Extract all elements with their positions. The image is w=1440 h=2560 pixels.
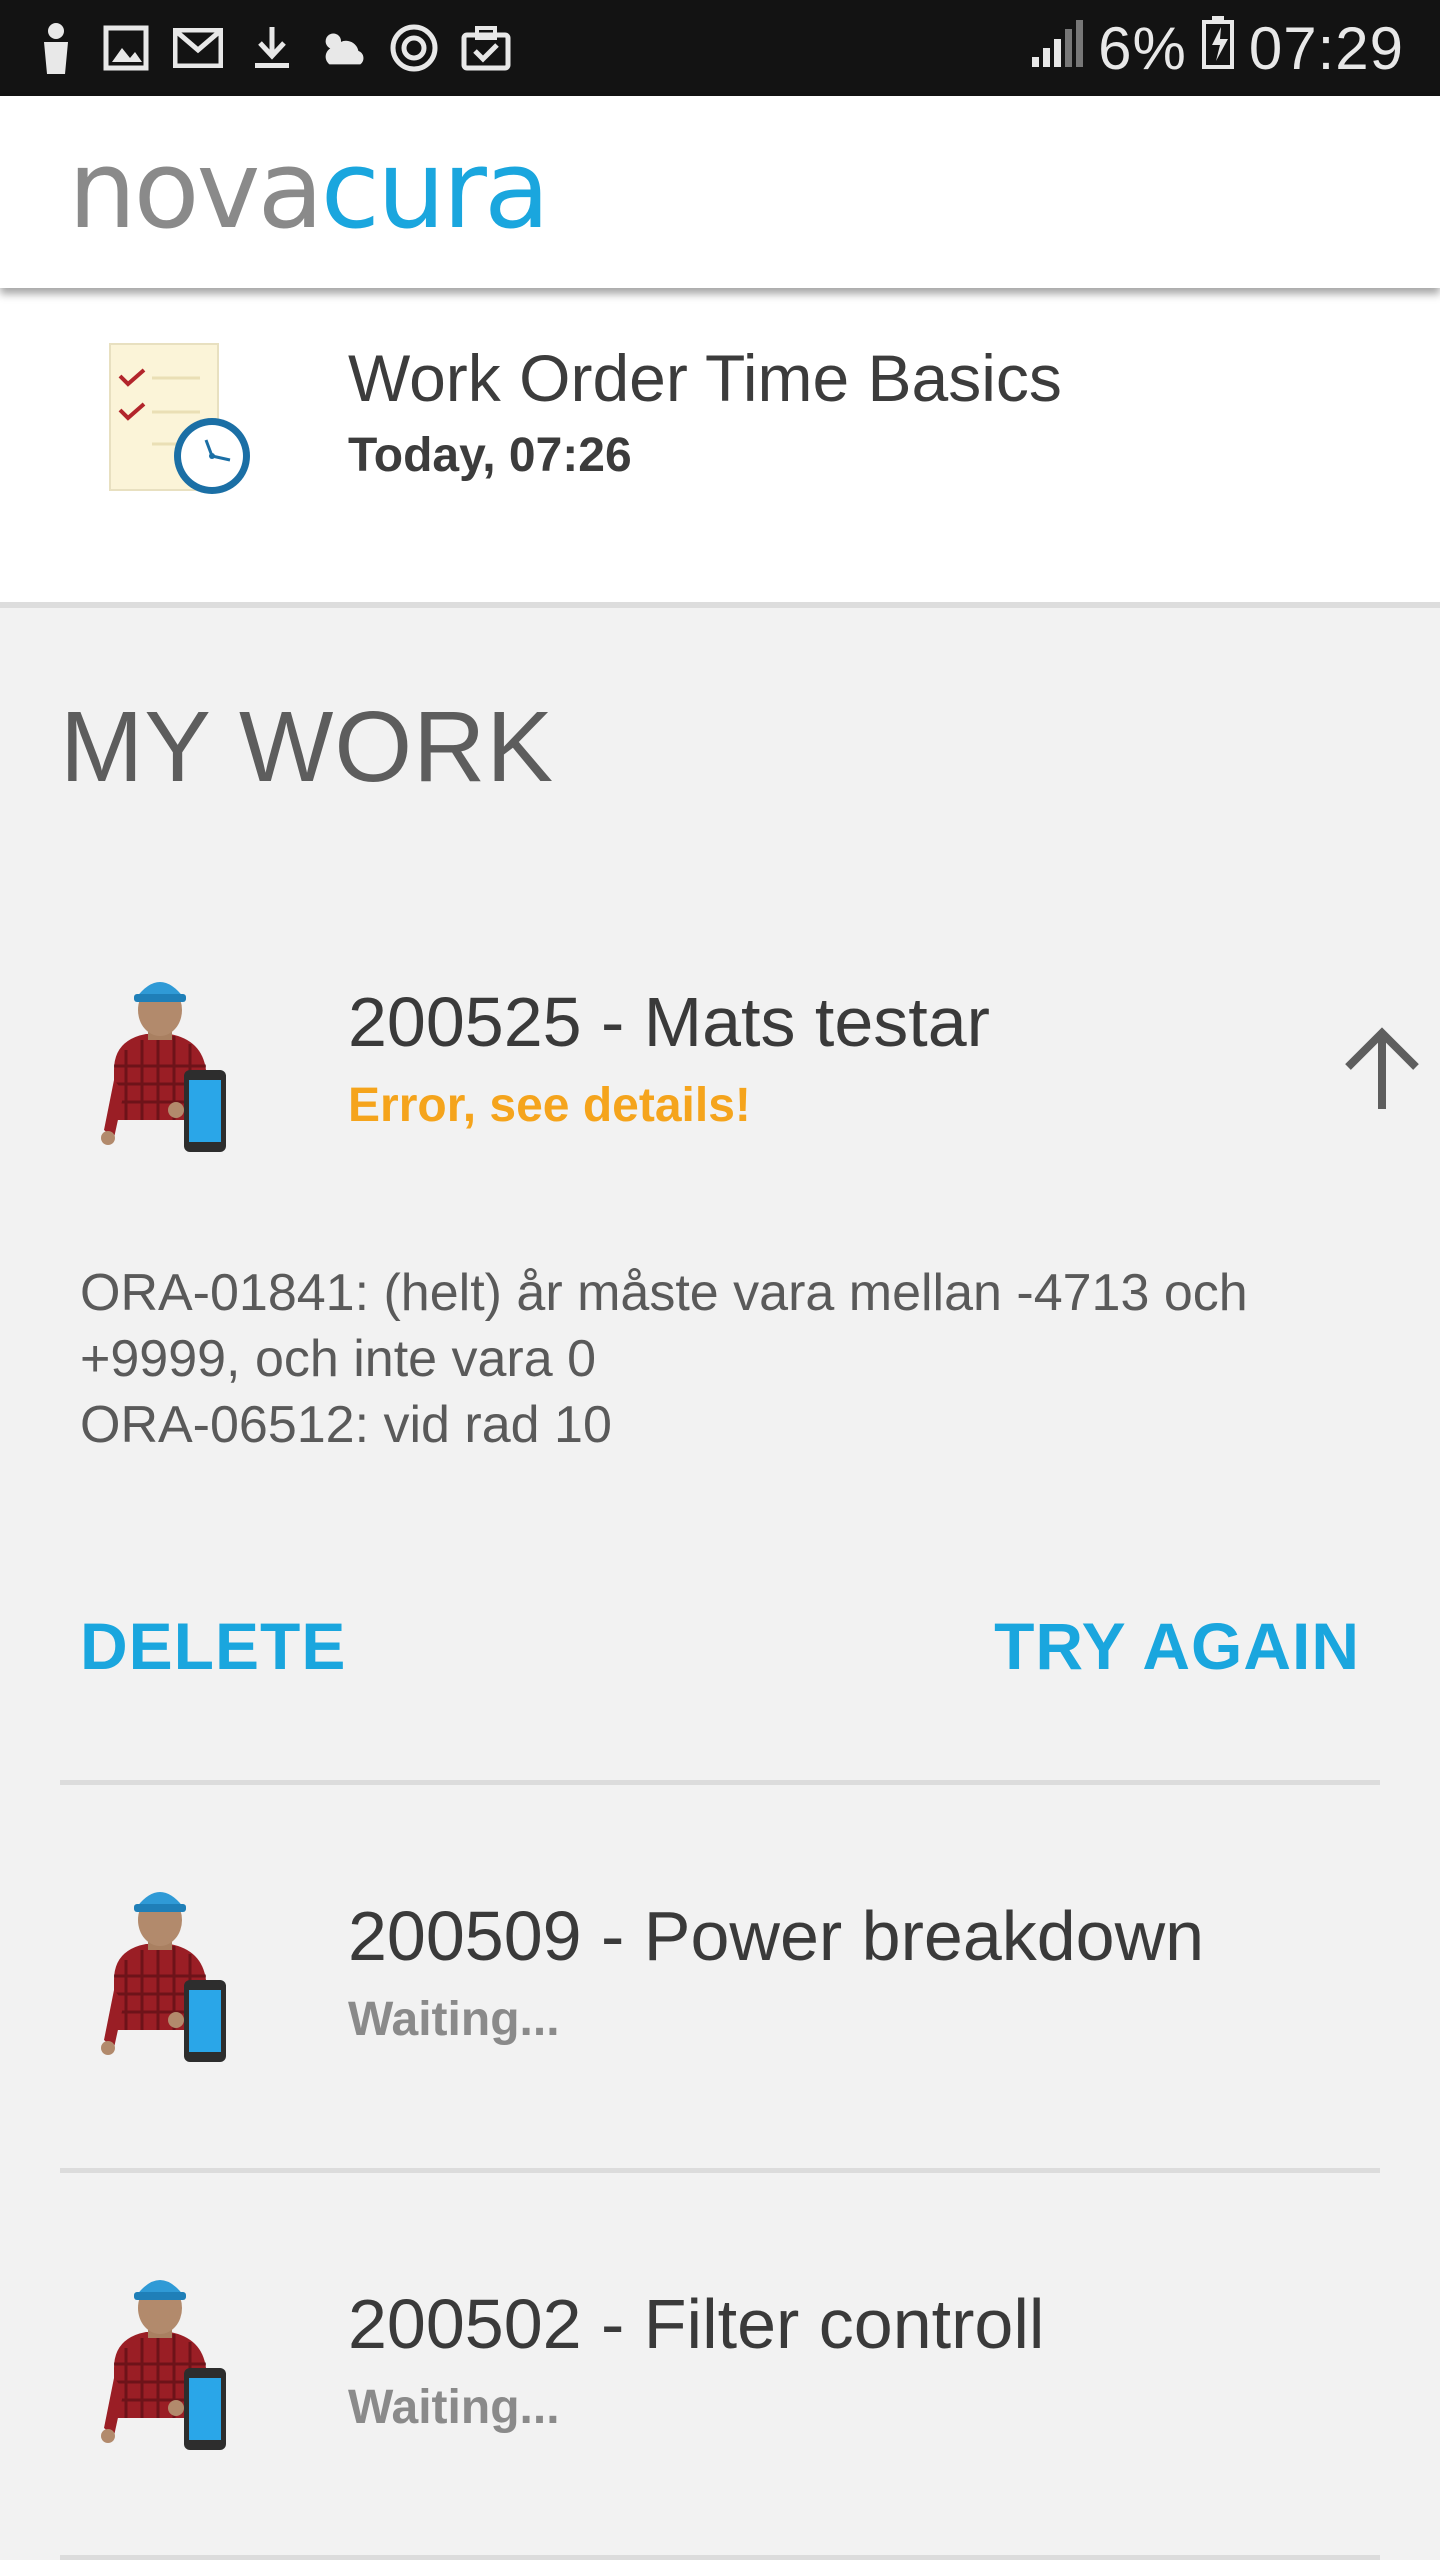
status-bar: 6% 07:29 <box>0 0 1440 96</box>
divider <box>60 1780 1380 1785</box>
try-again-button[interactable]: TRY AGAIN <box>994 1608 1360 1684</box>
weather-icon <box>316 22 368 74</box>
section-title: MY WORK <box>60 691 555 803</box>
divider <box>60 2555 1380 2560</box>
collapse-arrow-icon[interactable] <box>1334 1020 1430 1120</box>
technician-avatar-icon <box>86 970 246 1160</box>
clock-time: 07:29 <box>1248 14 1404 82</box>
work-item[interactable]: 200502 - Filter controll Waiting... <box>0 2258 1440 2558</box>
error-line: +9999, och inte vara 0 <box>80 1330 597 1388</box>
battery-percent: 6% <box>1098 14 1187 82</box>
app-header: novacura <box>0 96 1440 288</box>
signal-icon <box>1030 14 1084 83</box>
error-details: ORA-01841: (helt) år måste vara mellan -… <box>80 1260 1380 1458</box>
work-item[interactable]: 200509 - Power breakdown Waiting... <box>0 1870 1440 2170</box>
divider <box>60 2168 1380 2173</box>
workflow-header[interactable]: Work Order Time Basics Today, 07:26 <box>0 288 1440 608</box>
status-right-group: 6% 07:29 <box>1030 0 1404 96</box>
work-item-status: Error, see details! <box>348 1079 751 1132</box>
sync-icon <box>388 22 440 74</box>
workflow-title: Work Order Time Basics <box>348 341 1062 415</box>
checklist-clock-icon <box>100 338 260 498</box>
mail-icon <box>172 22 224 74</box>
work-item-status: Waiting... <box>348 1993 560 2046</box>
download-icon <box>246 22 298 74</box>
error-line: ORA-01841: (helt) år måste vara mellan -… <box>80 1264 1248 1322</box>
error-line: ORA-06512: vid rad 10 <box>80 1396 612 1454</box>
gallery-icon <box>100 22 152 74</box>
battery-charging-icon <box>1201 14 1235 83</box>
technician-avatar-icon <box>86 2268 246 2458</box>
technician-avatar-icon <box>86 1880 246 2070</box>
delete-button[interactable]: DELETE <box>80 1608 346 1684</box>
work-item-title: 200509 - Power breakdown <box>348 1897 1205 1975</box>
novacura-logo: novacura <box>68 128 550 253</box>
work-item-title: 200502 - Filter controll <box>348 2285 1045 2363</box>
work-item-status: Waiting... <box>348 2381 560 2434</box>
workflow-date: Today, 07:26 <box>348 429 632 482</box>
work-item-title: 200525 - Mats testar <box>348 983 990 1061</box>
clipboard-check-icon <box>460 22 512 74</box>
person-icon <box>30 22 82 74</box>
